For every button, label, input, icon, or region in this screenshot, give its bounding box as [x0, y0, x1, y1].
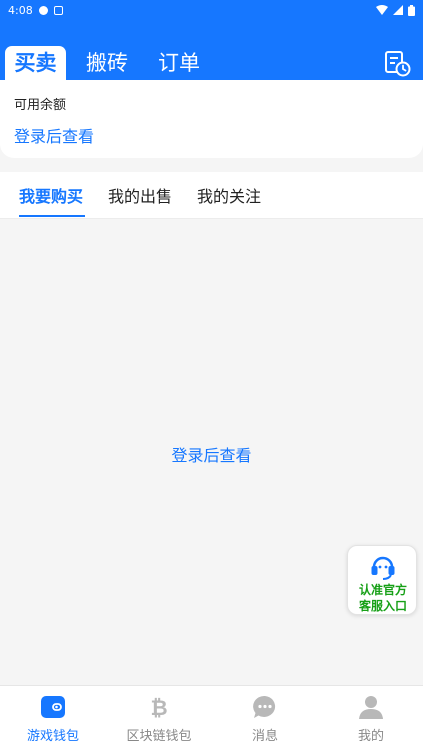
- nav-messages[interactable]: 消息: [212, 686, 318, 752]
- content-area: 登录后查看: [0, 219, 423, 685]
- service-text-line2: 客服入口: [358, 599, 407, 613]
- customer-service-button[interactable]: 认准官方 客服入口: [347, 545, 417, 615]
- nav-label-profile: 我的: [357, 729, 384, 744]
- nav-label-messages: 消息: [251, 729, 278, 744]
- signal-icon: [393, 5, 403, 15]
- service-text-line1: 认准官方: [358, 583, 407, 597]
- nav-label-game-wallet: 游戏钱包: [26, 729, 79, 744]
- sub-tab-watch[interactable]: 我的关注: [197, 183, 261, 207]
- nav-game-wallet[interactable]: 游戏钱包: [0, 686, 106, 752]
- content-login-link[interactable]: 登录后查看: [0, 442, 423, 466]
- tab-transfer[interactable]: 搬砖: [86, 46, 128, 80]
- headset-icon: [371, 556, 395, 580]
- balance-card: 可用余额 登录后查看: [0, 80, 423, 158]
- app-notification-icon: [53, 5, 63, 15]
- status-time: 4:08: [8, 3, 33, 17]
- tab-trade[interactable]: 买卖: [5, 46, 66, 80]
- battery-icon: [408, 4, 415, 16]
- bitcoin-icon: ₿: [150, 696, 167, 719]
- tab-orders[interactable]: 订单: [158, 46, 200, 80]
- sub-tab-sell[interactable]: 我的出售: [108, 183, 172, 207]
- wallet-icon: [41, 696, 65, 718]
- nav-profile[interactable]: 我的: [318, 686, 423, 752]
- notification-icon: [38, 5, 48, 15]
- nav-label-blockchain-wallet: 区块链钱包: [126, 729, 192, 744]
- status-bar: 4:08: [0, 0, 423, 20]
- sub-tab-buy[interactable]: 我要购买: [19, 183, 83, 207]
- balance-login-link[interactable]: 登录后查看: [14, 123, 94, 147]
- svg-text:₿: ₿: [150, 696, 167, 719]
- sub-tab-bar: 我要购买 我的出售 我的关注: [0, 172, 423, 219]
- nav-blockchain-wallet[interactable]: ₿ 区块链钱包: [106, 686, 212, 752]
- profile-icon: [359, 696, 383, 719]
- active-tab-indicator: [19, 215, 85, 217]
- history-icon: [385, 51, 411, 77]
- wifi-icon: [376, 5, 388, 15]
- top-header: 买卖 搬砖 订单: [0, 20, 423, 80]
- bottom-nav: 游戏钱包 ₿ 区块链钱包 消息 我的: [0, 685, 423, 752]
- history-button[interactable]: [383, 49, 411, 77]
- balance-label: 可用余额: [14, 98, 67, 113]
- message-icon: [253, 695, 276, 718]
